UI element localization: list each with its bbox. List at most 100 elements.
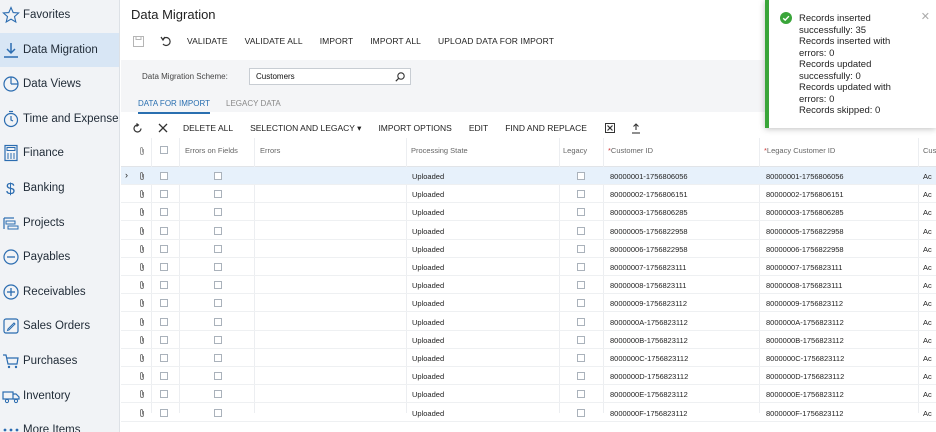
sidebar-item-sales-orders[interactable]: Sales Orders <box>0 309 119 343</box>
table-row[interactable]: Uploaded 8000000F-1756823112 8000000F-1756… <box>121 404 936 422</box>
sidebar-item-purchases[interactable]: Purchases <box>0 344 119 378</box>
attachment-icon[interactable] <box>138 226 146 236</box>
save-icon[interactable] <box>131 34 145 48</box>
row-select-checkbox[interactable] <box>160 390 168 399</box>
legacy-customer-id-cell[interactable]: 80000002-1756806151 <box>766 190 844 199</box>
col-legacy-customer-id[interactable]: *Legacy Customer ID <box>764 146 835 155</box>
table-row[interactable]: Uploaded 8000000E-1756823112 8000000E-1756… <box>121 385 936 404</box>
legacy-checkbox[interactable] <box>577 281 585 290</box>
legacy-customer-id-cell[interactable]: 80000009-1756823112 <box>766 299 843 308</box>
attachment-icon[interactable] <box>138 280 146 290</box>
legacy-customer-id-cell[interactable]: 8000000A-1756823112 <box>766 318 844 327</box>
legacy-customer-id-cell[interactable]: 80000008-1756823111 <box>766 281 842 290</box>
refresh-icon[interactable] <box>131 122 143 134</box>
table-row[interactable]: Uploaded 80000002-1756806151 80000002-1756… <box>121 185 936 204</box>
sidebar-item-inventory[interactable]: Inventory <box>0 379 119 413</box>
customer-id-cell[interactable]: 80000005-1756822958 <box>610 227 688 236</box>
customer-id-cell[interactable]: 80000007-1756823111 <box>610 263 686 272</box>
legacy-customer-id-cell[interactable]: 80000007-1756823111 <box>766 263 842 272</box>
customer-id-cell[interactable]: 8000000F-1756823112 <box>610 409 687 418</box>
row-select-checkbox[interactable] <box>160 172 168 180</box>
legacy-customer-id-cell[interactable]: 8000000D-1756823112 <box>766 372 844 381</box>
legacy-checkbox[interactable] <box>577 244 585 253</box>
sidebar-item-payables[interactable]: Payables <box>0 240 119 274</box>
table-row[interactable]: Uploaded 80000008-1756823111 80000008-1756… <box>121 276 936 295</box>
scheme-selector[interactable]: Customers <box>249 68 411 85</box>
sidebar-item-data-views[interactable]: Data Views <box>0 67 119 101</box>
col-customer-id[interactable]: *Customer ID <box>608 146 653 155</box>
excel-icon[interactable] <box>604 122 616 134</box>
customer-id-cell[interactable]: 8000000A-1756823112 <box>610 318 688 327</box>
search-icon[interactable] <box>394 71 406 83</box>
legacy-checkbox[interactable] <box>577 226 585 235</box>
table-row[interactable]: Uploaded 8000000B-1756823112 8000000B-1756… <box>121 331 936 349</box>
customer-id-cell[interactable]: 80000009-1756823112 <box>610 299 687 308</box>
legacy-customer-id-cell[interactable]: 8000000C-1756823112 <box>766 354 844 363</box>
row-select-checkbox[interactable] <box>160 263 168 271</box>
attachment-icon[interactable] <box>138 207 146 217</box>
customer-id-cell[interactable]: 80000001-1756806056 <box>610 172 688 181</box>
table-row[interactable]: Uploaded 8000000A-1756823112 8000000A-1756… <box>121 313 936 331</box>
customer-id-cell[interactable]: 8000000B-1756823112 <box>610 336 688 345</box>
sidebar-item-finance[interactable]: Finance <box>0 136 119 170</box>
attachment-icon[interactable] <box>138 408 146 418</box>
customer-id-cell[interactable]: 80000008-1756823111 <box>610 281 686 290</box>
attachment-icon[interactable] <box>138 171 146 181</box>
upload-icon[interactable] <box>630 122 642 134</box>
customer-id-cell[interactable]: 80000003-1756806285 <box>610 208 688 217</box>
col-cus[interactable]: Cus <box>923 146 936 155</box>
row-select-checkbox[interactable] <box>160 299 168 308</box>
col-legacy[interactable]: Legacy <box>563 146 587 155</box>
legacy-customer-id-cell[interactable]: 8000000B-1756823112 <box>766 336 844 345</box>
row-select-checkbox[interactable] <box>160 354 168 362</box>
attachment-icon[interactable] <box>138 353 146 363</box>
row-select-checkbox[interactable] <box>160 190 168 199</box>
sidebar-item-favorites[interactable]: Favorites <box>0 0 119 32</box>
legacy-customer-id-cell[interactable]: 80000005-1756822958 <box>766 227 844 236</box>
row-select-checkbox[interactable] <box>160 372 168 381</box>
table-row[interactable]: Uploaded 80000007-1756823111 80000007-1756… <box>121 258 936 276</box>
legacy-checkbox[interactable] <box>577 190 585 199</box>
close-icon[interactable] <box>157 122 169 134</box>
legacy-customer-id-cell[interactable]: 80000006-1756822958 <box>766 245 844 254</box>
table-row[interactable]: Uploaded 80000003-1756806285 80000003-1756… <box>121 203 936 222</box>
legacy-checkbox[interactable] <box>577 208 585 217</box>
attachment-icon[interactable] <box>138 262 146 272</box>
table-row[interactable]: Uploaded 80000009-1756823112 80000009-1756… <box>121 294 936 313</box>
attachment-icon[interactable] <box>138 371 146 381</box>
attachment-icon[interactable] <box>138 189 146 199</box>
customer-id-cell[interactable]: 8000000D-1756823112 <box>610 372 688 381</box>
table-row[interactable]: Uploaded 8000000C-1756823112 8000000C-1756… <box>121 349 936 367</box>
row-select-checkbox[interactable] <box>160 226 168 235</box>
col-errors-on-fields[interactable]: Errors on Fields <box>185 146 238 155</box>
row-select-checkbox[interactable] <box>160 281 168 290</box>
selection-legacy-button[interactable]: SELECTION AND LEGACY ▾ <box>250 123 361 134</box>
sidebar-item-data-migration[interactable]: Data Migration <box>0 32 119 67</box>
legacy-customer-id-cell[interactable]: 80000003-1756806285 <box>766 208 844 217</box>
legacy-checkbox[interactable] <box>577 263 585 271</box>
sidebar-item-time-and-expenses[interactable]: Time and Expenses <box>0 102 119 136</box>
row-select-checkbox[interactable] <box>160 317 168 326</box>
import-button[interactable]: IMPORT <box>320 36 354 46</box>
import-options-button[interactable]: IMPORT OPTIONS <box>378 123 451 133</box>
table-row[interactable]: Uploaded 80000005-1756822958 80000005-1756… <box>121 222 936 240</box>
close-icon[interactable]: ✕ <box>921 10 930 23</box>
table-row[interactable]: Uploaded 80000006-1756822958 80000006-1756… <box>121 240 936 258</box>
select-all-checkbox[interactable] <box>160 146 168 154</box>
customer-id-cell[interactable]: 80000002-1756806151 <box>610 190 688 199</box>
customer-id-cell[interactable]: 8000000C-1756823112 <box>610 354 688 363</box>
customer-id-cell[interactable]: 8000000E-1756823112 <box>610 390 688 399</box>
legacy-checkbox[interactable] <box>577 299 585 308</box>
col-errors[interactable]: Errors <box>260 146 280 155</box>
row-select-checkbox[interactable] <box>160 408 168 417</box>
delete-all-button[interactable]: DELETE ALL <box>183 123 233 133</box>
legacy-checkbox[interactable] <box>577 408 585 417</box>
legacy-checkbox[interactable] <box>577 335 585 344</box>
legacy-checkbox[interactable] <box>577 390 585 399</box>
row-select-checkbox[interactable] <box>160 335 168 344</box>
legacy-customer-id-cell[interactable]: 80000001-1756806056 <box>766 172 844 181</box>
row-select-checkbox[interactable] <box>160 244 168 253</box>
attachment-icon[interactable] <box>138 317 146 327</box>
legacy-checkbox[interactable] <box>577 372 585 381</box>
find-replace-button[interactable]: FIND AND REPLACE <box>505 123 587 133</box>
